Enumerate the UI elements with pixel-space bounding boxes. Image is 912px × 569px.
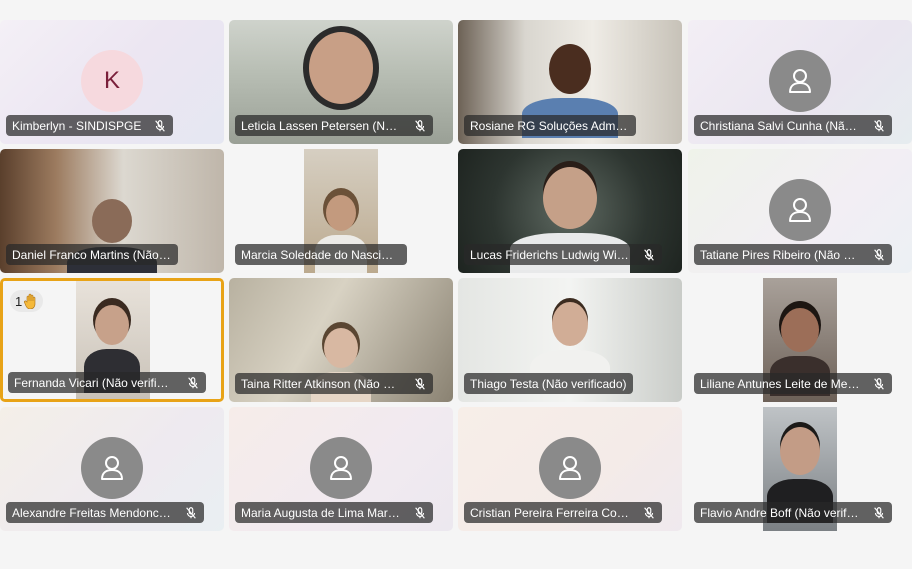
name-label: Fernanda Vicari (Não verifica...	[8, 372, 206, 393]
participant-name: Leticia Lassen Petersen (Não ...	[241, 118, 401, 133]
video-grid: K Kimberlyn - SINDISPGE Leticia Lassen P…	[0, 0, 912, 569]
name-label: Thiago Testa (Não verificado)	[464, 373, 633, 394]
name-label: Rosiane RG Soluções Administrati...	[464, 115, 636, 136]
participant-name: Lucas Friderichs Ludwig Wick...	[470, 247, 630, 262]
video-feed	[309, 32, 373, 104]
participant-name: Tatiane Pires Ribeiro (Não ver...	[700, 247, 860, 262]
mic-off-icon	[644, 506, 654, 519]
name-label: Kimberlyn - SINDISPGE	[6, 115, 174, 136]
name-label: Lucas Friderichs Ludwig Wick...	[464, 244, 662, 265]
name-label: Cristian Pereira Ferreira Costa...	[464, 502, 662, 523]
participant-tile-marcia[interactable]: Marcia Soledade do Nascimento (...	[229, 149, 453, 273]
mic-off-icon	[874, 248, 884, 261]
raised-hand-badge: 1	[10, 290, 44, 312]
mic-off-icon	[415, 377, 425, 390]
participant-tile-cristian[interactable]: Cristian Pereira Ferreira Costa...	[458, 407, 682, 531]
mic-off-icon	[874, 377, 884, 390]
participant-tile-tatiane[interactable]: Tatiane Pires Ribeiro (Não ver...	[688, 149, 912, 273]
participant-name: Christiana Salvi Cunha (Não v...	[700, 118, 860, 133]
participant-name: Alexandre Freitas Mendonca (...	[12, 505, 172, 520]
participant-name: Cristian Pereira Ferreira Costa...	[470, 505, 630, 520]
mic-off-icon	[874, 506, 884, 519]
participant-tile-kimberlyn[interactable]: K Kimberlyn - SINDISPGE	[0, 20, 224, 144]
mic-off-icon	[155, 119, 166, 132]
participant-tile-lucas[interactable]: Lucas Friderichs Ludwig Wick...	[458, 149, 682, 273]
participant-tile-flavio[interactable]: Flavio Andre Boff (Não verific...	[688, 407, 912, 531]
name-label: Daniel Franco Martins (Não verific...	[6, 244, 178, 265]
participant-name: Maria Augusta de Lima Maria...	[241, 505, 401, 520]
participant-tile-alexandre[interactable]: Alexandre Freitas Mendonca (...	[0, 407, 224, 531]
person-icon	[81, 437, 143, 499]
mic-off-icon	[188, 376, 198, 389]
participant-name: Marcia Soledade do Nascimento (...	[241, 247, 401, 262]
person-icon	[769, 50, 831, 112]
participant-tile-leticia[interactable]: Leticia Lassen Petersen (Não ...	[229, 20, 453, 144]
name-label: Tatiane Pires Ribeiro (Não ver...	[694, 244, 892, 265]
mic-off-icon	[644, 248, 654, 261]
mic-off-icon	[874, 119, 884, 132]
name-label: Maria Augusta de Lima Maria...	[235, 502, 433, 523]
mic-off-icon	[415, 119, 425, 132]
name-label: Alexandre Freitas Mendonca (...	[6, 502, 204, 523]
participant-name: Thiago Testa (Não verificado)	[470, 376, 627, 391]
name-label: Flavio Andre Boff (Não verific...	[694, 502, 892, 523]
participant-name: Flavio Andre Boff (Não verific...	[700, 505, 860, 520]
name-label: Liliane Antunes Leite de Med...	[694, 373, 892, 394]
participant-tile-daniel[interactable]: Daniel Franco Martins (Não verific...	[0, 149, 224, 273]
participant-name: Fernanda Vicari (Não verifica...	[14, 375, 174, 390]
mic-off-icon	[415, 506, 425, 519]
participant-tile-liliane[interactable]: Liliane Antunes Leite de Med...	[688, 278, 912, 402]
participant-name: Taina Ritter Atkinson (Não ver...	[241, 376, 401, 391]
raised-hand-count: 1	[15, 293, 23, 309]
mic-off-icon	[186, 506, 196, 519]
participant-tile-christiana[interactable]: Christiana Salvi Cunha (Não v...	[688, 20, 912, 144]
participant-name: Kimberlyn - SINDISPGE	[12, 118, 142, 133]
name-label: Taina Ritter Atkinson (Não ver...	[235, 373, 433, 394]
name-label: Christiana Salvi Cunha (Não v...	[694, 115, 892, 136]
participant-tile-maria-augusta[interactable]: Maria Augusta de Lima Maria...	[229, 407, 453, 531]
name-label: Leticia Lassen Petersen (Não ...	[235, 115, 433, 136]
participant-name: Liliane Antunes Leite de Med...	[700, 376, 860, 391]
participant-name: Daniel Franco Martins (Não verific...	[12, 247, 172, 262]
name-label: Marcia Soledade do Nascimento (...	[235, 244, 407, 265]
participant-name: Rosiane RG Soluções Administrati...	[470, 118, 630, 133]
participant-tile-rosiane[interactable]: Rosiane RG Soluções Administrati...	[458, 20, 682, 144]
avatar-initial: K	[81, 50, 143, 112]
person-icon	[310, 437, 372, 499]
participant-tile-taina[interactable]: Taina Ritter Atkinson (Não ver...	[229, 278, 453, 402]
person-icon	[769, 179, 831, 241]
person-icon	[539, 437, 601, 499]
participant-tile-fernanda[interactable]: 1 Fernanda Vicari (Não verifica...	[0, 278, 224, 402]
raised-hand-icon	[24, 293, 36, 309]
participant-tile-thiago[interactable]: Thiago Testa (Não verificado)	[458, 278, 682, 402]
